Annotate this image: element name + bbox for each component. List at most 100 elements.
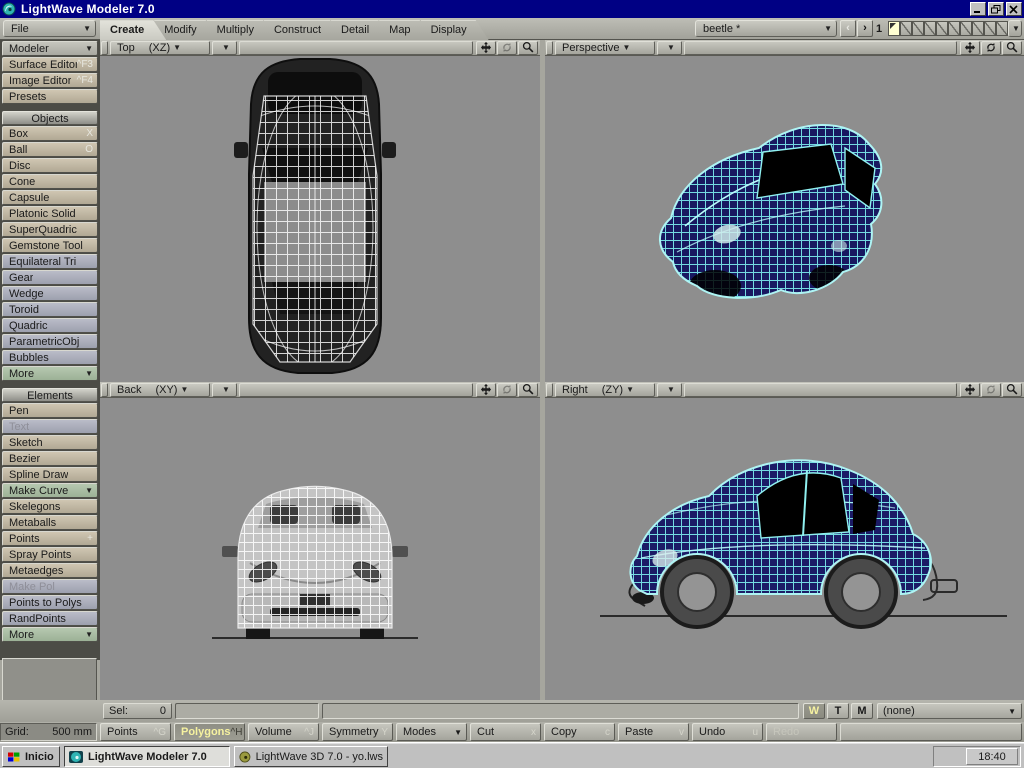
paste-button[interactable]: Pastev xyxy=(618,723,689,741)
sidebar-item-metaballs[interactable]: Metaballs xyxy=(2,515,98,530)
sidebar-item-gemstone-tool[interactable]: Gemstone Tool xyxy=(2,238,98,253)
sidebar-item-ball[interactable]: BallO xyxy=(2,142,98,157)
viewport-corner-handle[interactable] xyxy=(101,383,108,397)
start-button[interactable]: Inicio xyxy=(2,746,60,767)
sidebar-item-pen[interactable]: Pen xyxy=(2,403,98,418)
sidebar-item-capsule[interactable]: Capsule xyxy=(2,190,98,205)
zoom-icon[interactable] xyxy=(518,383,538,397)
viewport-type-dropdown-perspective[interactable]: Perspective▼ xyxy=(555,41,655,55)
chevron-down-icon: ▼ xyxy=(667,43,675,52)
next-object-button[interactable]: › xyxy=(857,20,873,37)
viewport-type-dropdown-back[interactable]: Back(XY)▼ xyxy=(110,383,210,397)
sidebar-item-make-curve[interactable]: Make Curve▼ xyxy=(2,483,98,498)
surface-mode-t[interactable]: T xyxy=(827,703,849,719)
prev-object-button[interactable]: ‹ xyxy=(840,20,856,37)
sidebar-item-more[interactable]: More▼ xyxy=(2,627,98,642)
viewport-canvas-right[interactable] xyxy=(545,398,1024,700)
taskbar-task-modeler[interactable]: LightWave Modeler 7.0 xyxy=(64,746,230,767)
surface-name-dropdown[interactable]: (none)▼ xyxy=(877,703,1022,719)
sidebar-item-bezier[interactable]: Bezier xyxy=(2,451,98,466)
pan-icon[interactable] xyxy=(476,41,496,55)
layer-cell-10[interactable] xyxy=(996,21,1008,36)
minimize-button[interactable] xyxy=(970,2,986,16)
zoom-icon[interactable] xyxy=(518,41,538,55)
layer-cell-2[interactable] xyxy=(900,21,912,36)
modes-button[interactable]: Modes▼ xyxy=(396,723,467,741)
cut-button[interactable]: Cutx xyxy=(470,723,541,741)
sidebar-item-image-editor[interactable]: Image Editor^F4 xyxy=(2,73,98,88)
viewport-canvas-perspective[interactable] xyxy=(545,56,1024,382)
rotate-icon[interactable] xyxy=(981,41,1001,55)
modeler-dropdown[interactable]: Modeler▼ xyxy=(2,41,98,56)
zoom-icon[interactable] xyxy=(1002,41,1022,55)
sidebar-item-randpoints[interactable]: RandPoints xyxy=(2,611,98,626)
sidebar-item-surface-editor[interactable]: Surface Editor^F3 xyxy=(2,57,98,72)
layer-cell-4[interactable] xyxy=(924,21,936,36)
points-button[interactable]: Points^G xyxy=(100,723,171,741)
layer-options-dropdown[interactable]: ▼ xyxy=(1008,20,1022,37)
layer-cell-1[interactable] xyxy=(888,21,900,36)
sidebar-item-sketch[interactable]: Sketch xyxy=(2,435,98,450)
pan-icon[interactable] xyxy=(960,41,980,55)
pan-icon[interactable] xyxy=(960,383,980,397)
sidebar-item-points[interactable]: Points+ xyxy=(2,531,98,546)
viewport-corner-handle[interactable] xyxy=(101,41,108,55)
sidebar-item-equilateral-tri[interactable]: Equilateral Tri xyxy=(2,254,98,269)
taskbar-task-layout[interactable]: LightWave 3D 7.0 - yo.lws xyxy=(234,746,388,767)
viewport-header-back: Back(XY)▼ ▼ xyxy=(100,382,540,398)
sidebar-item-platonic-solid[interactable]: Platonic Solid xyxy=(2,206,98,221)
zoom-icon[interactable] xyxy=(1002,383,1022,397)
viewport-style-dropdown-top[interactable]: ▼ xyxy=(212,41,237,55)
undo-button[interactable]: Undou xyxy=(692,723,763,741)
sidebar-item-metaedges[interactable]: Metaedges xyxy=(2,563,98,578)
sidebar-item-more[interactable]: More▼ xyxy=(2,366,98,381)
sidebar-item-points-to-polys[interactable]: Points to Polys xyxy=(2,595,98,610)
layer-cell-5[interactable] xyxy=(936,21,948,36)
volume-button[interactable]: Volume^J xyxy=(248,723,319,741)
layer-cell-7[interactable] xyxy=(960,21,972,36)
redo-button: Redo xyxy=(766,723,837,741)
chevron-down-icon: ▼ xyxy=(77,24,91,33)
sidebar-item-wedge[interactable]: Wedge xyxy=(2,286,98,301)
sidebar-item-spline-draw[interactable]: Spline Draw xyxy=(2,467,98,482)
sidebar-item-parametricobj[interactable]: ParametricObj xyxy=(2,334,98,349)
sidebar-item-box[interactable]: BoxX xyxy=(2,126,98,141)
sidebar-item-disc[interactable]: Disc xyxy=(2,158,98,173)
sidebar-item-superquadric[interactable]: SuperQuadric xyxy=(2,222,98,237)
sidebar-item-skelegons[interactable]: Skelegons xyxy=(2,499,98,514)
viewport-type-dropdown-right[interactable]: Right(ZY)▼ xyxy=(555,383,655,397)
restore-button[interactable] xyxy=(988,2,1004,16)
polygons-button[interactable]: Polygons^H xyxy=(174,723,245,741)
sidebar-item-quadric[interactable]: Quadric xyxy=(2,318,98,333)
copy-button[interactable]: Copyc xyxy=(544,723,615,741)
viewport-style-dropdown-perspective[interactable]: ▼ xyxy=(657,41,682,55)
viewport-style-dropdown-right[interactable]: ▼ xyxy=(657,383,682,397)
sidebar-item-toroid[interactable]: Toroid xyxy=(2,302,98,317)
layer-cell-3[interactable] xyxy=(912,21,924,36)
viewport-canvas-back[interactable] xyxy=(100,398,540,700)
file-menu-button[interactable]: File▼ xyxy=(3,20,96,37)
sidebar-item-bubbles[interactable]: Bubbles xyxy=(2,350,98,365)
symmetry-button[interactable]: SymmetryY xyxy=(322,723,393,741)
viewport-corner-handle[interactable] xyxy=(546,41,553,55)
shortcut-label: + xyxy=(87,532,93,546)
sidebar-item-gear[interactable]: Gear xyxy=(2,270,98,285)
sidebar-item-presets[interactable]: Presets xyxy=(2,89,98,104)
layer-cell-9[interactable] xyxy=(984,21,996,36)
viewport-type-dropdown-top[interactable]: Top(XZ)▼ xyxy=(110,41,210,55)
close-button[interactable] xyxy=(1006,2,1022,16)
layer-cell-8[interactable] xyxy=(972,21,984,36)
system-tray: 18:40 xyxy=(933,746,1021,767)
viewport-style-dropdown-back[interactable]: ▼ xyxy=(212,383,237,397)
pan-icon[interactable] xyxy=(476,383,496,397)
tab-display[interactable]: Display xyxy=(421,20,489,40)
surface-mode-m[interactable]: M xyxy=(851,703,873,719)
chevron-down-icon: ▼ xyxy=(180,385,188,394)
surface-mode-w[interactable]: W xyxy=(803,703,825,719)
viewport-canvas-top[interactable] xyxy=(100,56,540,382)
viewport-corner-handle[interactable] xyxy=(546,383,553,397)
sidebar-item-cone[interactable]: Cone xyxy=(2,174,98,189)
object-selector[interactable]: beetle *▼ xyxy=(695,20,837,37)
sidebar-item-spray-points[interactable]: Spray Points xyxy=(2,547,98,562)
layer-cell-6[interactable] xyxy=(948,21,960,36)
